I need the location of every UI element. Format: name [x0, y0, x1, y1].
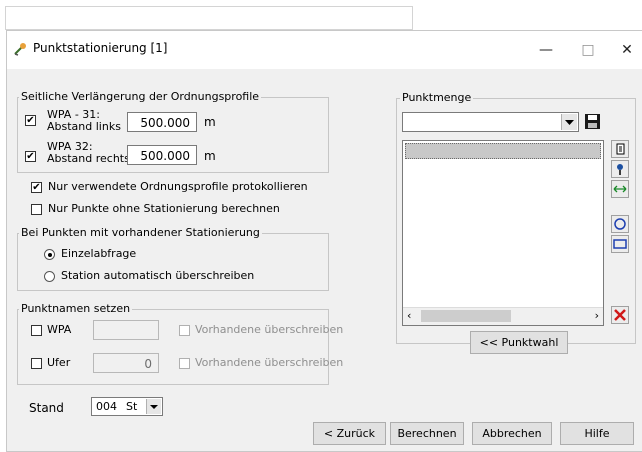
list-item[interactable]	[405, 143, 601, 159]
punktwahl-button[interactable]: << Punktwahl	[470, 331, 568, 354]
scrollbar-thumb[interactable]	[421, 310, 511, 322]
single-query-label: Einzelabfrage	[61, 247, 137, 260]
right-distance-label: WPA 32: Abstand rechts	[47, 141, 130, 165]
point-set-select[interactable]	[402, 112, 579, 132]
point-names-group	[17, 309, 329, 385]
horizontal-scrollbar[interactable]: ‹ ›	[403, 307, 603, 325]
back-button[interactable]: < Zurück	[313, 422, 386, 445]
circle-select-icon[interactable]	[611, 215, 629, 233]
existing-station-label: Bei Punkten mit vorhandener Stationierun…	[19, 226, 262, 239]
wpa-checkbox[interactable]	[31, 325, 42, 336]
left-distance-label: WPA - 31: Abstand links	[47, 109, 121, 133]
left-distance-label-line2: Abstand links	[47, 120, 121, 133]
stand-select[interactable]: 004 St	[91, 397, 163, 416]
ufer-overwrite-label: Vorhandene überschreiben	[195, 356, 344, 369]
auto-overwrite-radio[interactable]	[44, 271, 55, 282]
existing-station-group	[17, 233, 329, 291]
document-tool-icon[interactable]	[611, 140, 629, 158]
title-bar: Punktstationierung [1] — □ ✕	[7, 31, 642, 69]
auto-overwrite-label: Station automatisch überschreiben	[61, 269, 255, 282]
delete-icon[interactable]	[611, 306, 629, 324]
rectangle-select-icon[interactable]	[611, 235, 629, 253]
app-icon	[14, 43, 26, 56]
minimize-button[interactable]: —	[531, 37, 561, 63]
wpa-overwrite-checkbox[interactable]	[179, 325, 190, 336]
ufer-label: Ufer	[47, 356, 71, 369]
only-unstationed-label: Nur Punkte ohne Stationierung berechnen	[48, 202, 280, 215]
scroll-left-icon[interactable]: ‹	[407, 309, 411, 322]
scroll-right-icon[interactable]: ›	[595, 309, 599, 322]
only-unstationed-checkbox[interactable]	[31, 204, 42, 215]
only-used-profiles-label: Nur verwendete Ordnungsprofile protokoll…	[48, 180, 308, 193]
left-distance-checkbox[interactable]: ✔	[25, 115, 36, 126]
left-distance-input[interactable]: 500.000	[127, 112, 197, 132]
point-set-label: Punktmenge	[400, 91, 474, 104]
only-used-profiles-checkbox[interactable]: ✔	[31, 182, 42, 193]
right-distance-unit: m	[204, 149, 216, 163]
profile-extension-label: Seitliche Verlängerung der Ordnungsprofi…	[19, 90, 262, 103]
wpa-name-input[interactable]	[93, 320, 159, 340]
ufer-overwrite-checkbox[interactable]	[179, 358, 190, 369]
pick-point-icon[interactable]	[611, 160, 629, 178]
maximize-button[interactable]: □	[573, 37, 603, 63]
stand-unit: St	[126, 400, 138, 413]
stand-label: Stand	[29, 401, 64, 415]
wpa-overwrite-label: Vorhandene überschreiben	[195, 323, 344, 336]
stand-dropdown-arrow-icon[interactable]	[146, 399, 161, 414]
point-set-list[interactable]: ‹ ›	[402, 140, 604, 326]
window-title: Punktstationierung [1]	[33, 41, 168, 55]
right-distance-checkbox[interactable]: ✔	[25, 151, 36, 162]
calculate-button[interactable]: Berechnen	[390, 422, 464, 445]
close-button[interactable]: ✕	[612, 37, 642, 63]
save-disk-icon[interactable]	[584, 113, 601, 130]
wpa-label: WPA	[47, 323, 72, 336]
address-field[interactable]	[5, 6, 413, 30]
dialog-window: Punktstationierung [1] — □ ✕ Seitliche V…	[6, 30, 642, 452]
ufer-checkbox[interactable]	[31, 358, 42, 369]
help-button[interactable]: Hilfe	[560, 422, 634, 445]
cancel-button[interactable]: Abbrechen	[472, 422, 552, 445]
right-distance-input[interactable]: 500.000	[127, 145, 197, 165]
single-query-radio[interactable]	[44, 249, 55, 260]
point-set-dropdown-arrow-icon[interactable]	[561, 114, 577, 130]
ufer-name-input[interactable]: 0	[93, 353, 159, 373]
stand-value: 004	[96, 400, 117, 413]
point-names-label: Punktnamen setzen	[19, 302, 133, 315]
distance-arrows-icon[interactable]	[611, 180, 629, 198]
left-distance-unit: m	[204, 115, 216, 129]
right-distance-label-line2: Abstand rechts	[47, 152, 130, 165]
